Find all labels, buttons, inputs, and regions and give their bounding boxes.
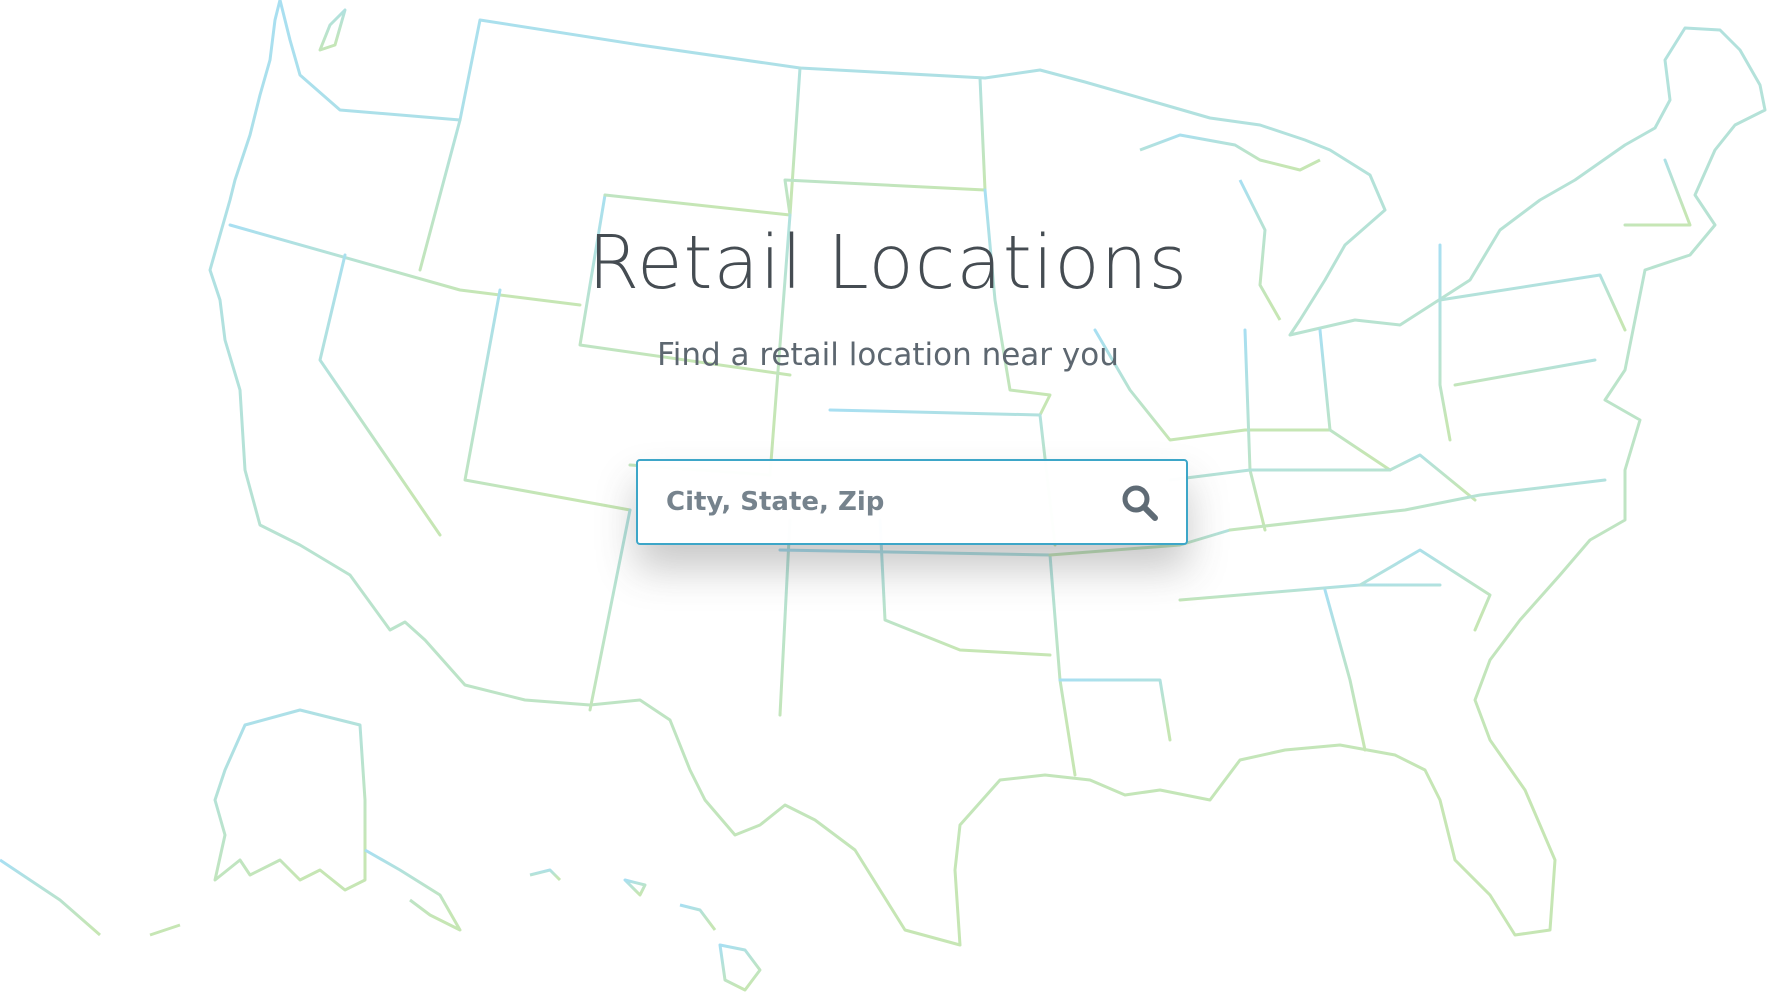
search-icon (1122, 485, 1158, 521)
search-box (636, 459, 1188, 545)
page-subtitle: Find a retail location near you (657, 337, 1119, 373)
hero-section: Retail Locations Find a retail location … (0, 0, 1776, 1008)
search-button[interactable] (1120, 483, 1160, 523)
search-input[interactable] (666, 461, 1096, 543)
page-title: Retail Locations (587, 220, 1189, 306)
